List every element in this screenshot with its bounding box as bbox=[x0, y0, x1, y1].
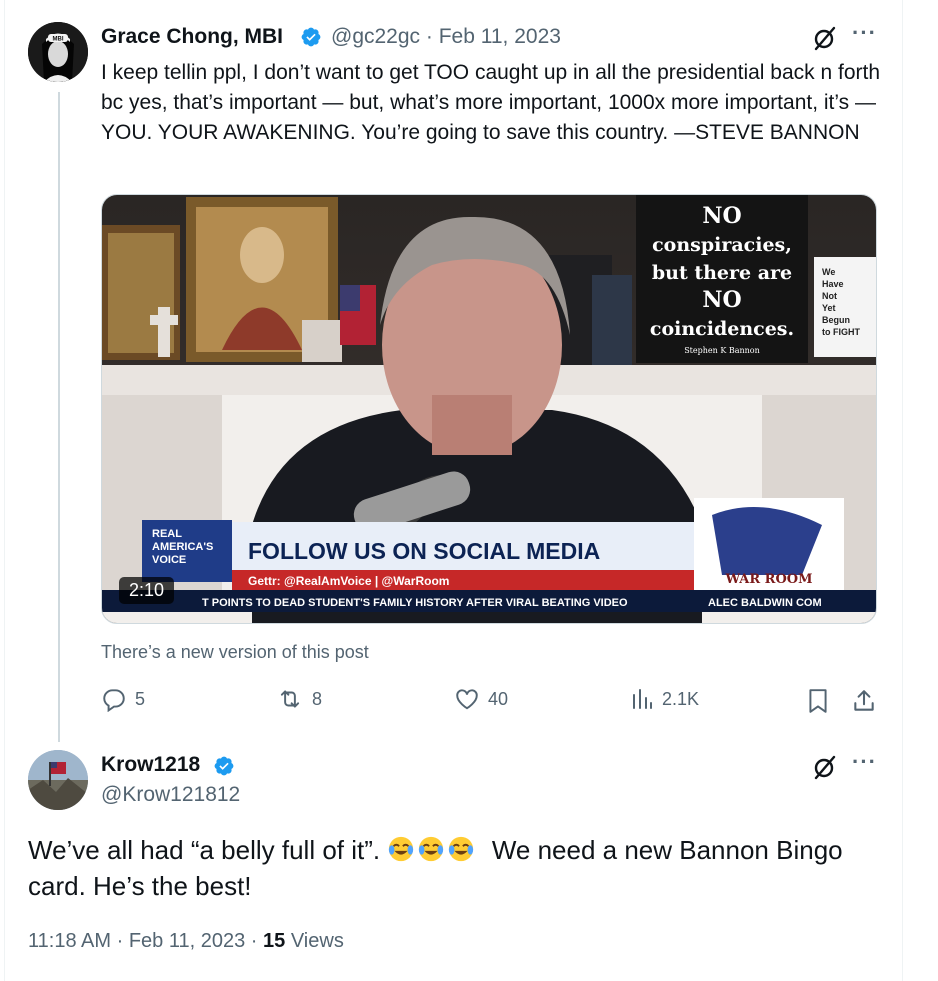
bookmark-icon[interactable] bbox=[807, 688, 829, 714]
new-version-notice[interactable]: There’s a new version of this post bbox=[101, 642, 369, 663]
like-count: 40 bbox=[488, 688, 509, 709]
repost-icon bbox=[280, 690, 300, 708]
reply-button[interactable]: 5 bbox=[101, 686, 145, 712]
handle-separator: · bbox=[425, 25, 433, 48]
grok-icon[interactable] bbox=[810, 753, 838, 781]
side-sign-1: We bbox=[822, 267, 835, 277]
sign-signature: Stephen K Bannon bbox=[684, 346, 760, 355]
verified-badge-icon[interactable] bbox=[300, 26, 322, 48]
post-metadata: 11:18 AM · Feb 11, 2023 · 15 Views bbox=[28, 930, 344, 953]
post-time[interactable]: 11:18 AM bbox=[28, 930, 111, 952]
more-options-icon[interactable]: ··· bbox=[852, 749, 877, 775]
banner-subtitle: Gettr: @RealAmVoice | @WarRoom bbox=[248, 574, 449, 588]
views-count: 15 bbox=[263, 930, 286, 952]
crying-laughing-emoji-group bbox=[387, 835, 484, 865]
author-handle-date: @gc22gc · Feb 11, 2023 bbox=[331, 25, 561, 49]
tears-of-joy-icon bbox=[449, 836, 474, 862]
network-logo-1: REAL bbox=[152, 528, 182, 540]
news-ticker: T POINTS TO DEAD STUDENT'S FAMILY HISTOR… bbox=[202, 597, 628, 609]
meta-separator: · bbox=[250, 930, 258, 952]
sign-line-3: but there are bbox=[652, 262, 792, 284]
author-name[interactable]: Grace Chong, MBI bbox=[101, 25, 283, 49]
video-player[interactable]: NO conspiracies, but there are NO coinci… bbox=[101, 194, 877, 624]
author-avatar[interactable]: MBI bbox=[28, 22, 88, 82]
repost-count: 8 bbox=[312, 688, 323, 709]
banner-title: FOLLOW US ON SOCIAL MEDIA bbox=[248, 538, 600, 564]
war-room-logo: WAR ROOM bbox=[724, 572, 812, 587]
network-logo-3: VOICE bbox=[152, 554, 186, 566]
more-options-icon[interactable]: ··· bbox=[852, 20, 877, 46]
thread-connector-line bbox=[58, 92, 60, 742]
views-bar-chart-icon bbox=[633, 689, 652, 709]
reply-icon bbox=[103, 689, 125, 712]
avatar-image-icon bbox=[28, 750, 88, 810]
like-button[interactable]: 40 bbox=[454, 686, 508, 712]
reply-author-avatar[interactable] bbox=[28, 750, 88, 810]
news-ticker-right: ALEC BALDWIN COM bbox=[708, 597, 822, 609]
share-icon[interactable] bbox=[851, 688, 877, 714]
avatar-image-icon: MBI bbox=[28, 22, 88, 82]
sign-line-2: conspiracies, bbox=[652, 234, 792, 256]
heart-icon bbox=[456, 689, 478, 710]
post-date[interactable]: Feb 11, 2023 bbox=[129, 930, 245, 952]
timeline-border-left bbox=[4, 0, 5, 981]
video-thumbnail-image: NO conspiracies, but there are NO coinci… bbox=[102, 195, 876, 623]
views-label: Views bbox=[290, 930, 344, 952]
reply-count: 5 bbox=[135, 688, 146, 709]
sign-line-1: NO bbox=[702, 203, 741, 229]
tears-of-joy-icon bbox=[389, 836, 414, 862]
reply-author-handle[interactable]: @Krow121812 bbox=[101, 783, 240, 807]
side-sign-4: Yet bbox=[822, 303, 836, 313]
repost-button[interactable]: 8 bbox=[276, 686, 322, 712]
timeline-border-right bbox=[902, 0, 903, 981]
side-sign-3: Not bbox=[822, 291, 837, 301]
post-date[interactable]: Feb 11, 2023 bbox=[439, 25, 561, 48]
verified-badge-icon[interactable] bbox=[213, 755, 235, 777]
meta-separator: · bbox=[116, 930, 124, 952]
side-sign-2: Have bbox=[822, 279, 844, 289]
views-button[interactable]: 2.1K bbox=[630, 686, 699, 712]
reply-text: We’ve all had “a belly full of it”. We n… bbox=[28, 832, 888, 904]
reply-author-name[interactable]: Krow1218 bbox=[101, 753, 200, 777]
tears-of-joy-icon bbox=[419, 836, 444, 862]
sign-line-5: coincidences. bbox=[650, 318, 794, 340]
avatar-cap-label: MBI bbox=[53, 37, 64, 43]
tweet-text: I keep tellin ppl, I don’t want to get T… bbox=[101, 61, 881, 144]
views-count: 2.1K bbox=[662, 688, 700, 709]
side-sign-5: Begun bbox=[822, 315, 850, 325]
author-handle[interactable]: @gc22gc bbox=[331, 25, 420, 48]
grok-icon[interactable] bbox=[810, 24, 838, 52]
reply-text-part-1: We’ve all had “a belly full of it”. bbox=[28, 835, 381, 865]
side-sign-6: to FIGHT bbox=[822, 327, 860, 337]
video-duration-badge: 2:10 bbox=[119, 577, 175, 604]
network-logo-2: AMERICA'S bbox=[152, 541, 213, 553]
sign-line-4: NO bbox=[702, 287, 741, 313]
